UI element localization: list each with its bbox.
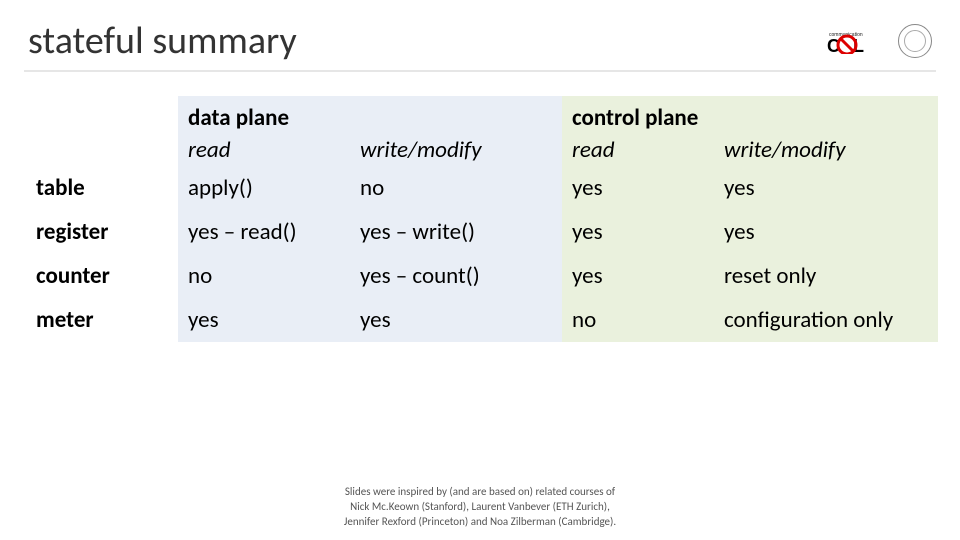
table-cell: configuration only (714, 298, 938, 342)
table-corner (28, 96, 178, 134)
group-header-control-plane: control plane (562, 96, 938, 134)
table-cell: yes (350, 298, 562, 342)
table-cell: yes (562, 254, 714, 298)
subheader-cp-write: write/modify (714, 134, 938, 166)
table-cell: yes (714, 166, 938, 210)
subheader-dp-write: write/modify (350, 134, 562, 166)
table-cell: reset only (714, 254, 938, 298)
slide: stateful summary communication C L data … (0, 0, 960, 540)
table-row-label: register (28, 210, 178, 254)
table-cell: no (350, 166, 562, 210)
table-row-label: table (28, 166, 178, 210)
page-title: stateful summary (28, 18, 297, 64)
footer-credits: Slides were inspired by (and are based o… (0, 485, 960, 530)
table-row-label: counter (28, 254, 178, 298)
table-cell: yes (562, 210, 714, 254)
table-cell: no (562, 298, 714, 342)
table-cell: apply() (178, 166, 350, 210)
table-corner-2 (28, 134, 178, 166)
group-header-data-plane: data plane (178, 96, 562, 134)
table-cell: yes – write() (350, 210, 562, 254)
table-cell: yes – read() (178, 210, 350, 254)
footer-line: Jennifer Rexford (Princeton) and Noa Zil… (0, 515, 960, 530)
table-row-label: meter (28, 298, 178, 342)
table-cell: yes (178, 298, 350, 342)
table-cell: no (178, 254, 350, 298)
logo-group: communication C L (824, 24, 932, 58)
footer-line: Nick Mc.Keown (Stanford), Laurent Vanbev… (0, 500, 960, 515)
summary-table: data plane control plane read write/modi… (28, 96, 932, 342)
subheader-dp-read: read (178, 134, 350, 166)
title-divider (24, 70, 936, 72)
table-cell: yes (714, 210, 938, 254)
table-cell: yes – count() (350, 254, 562, 298)
university-seal-icon (898, 24, 932, 58)
footer-line: Slides were inspired by (and are based o… (0, 485, 960, 500)
table-cell: yes (562, 166, 714, 210)
cnl-logo-icon: communication C L (824, 26, 890, 56)
subheader-cp-read: read (562, 134, 714, 166)
title-row: stateful summary communication C L (28, 18, 932, 64)
